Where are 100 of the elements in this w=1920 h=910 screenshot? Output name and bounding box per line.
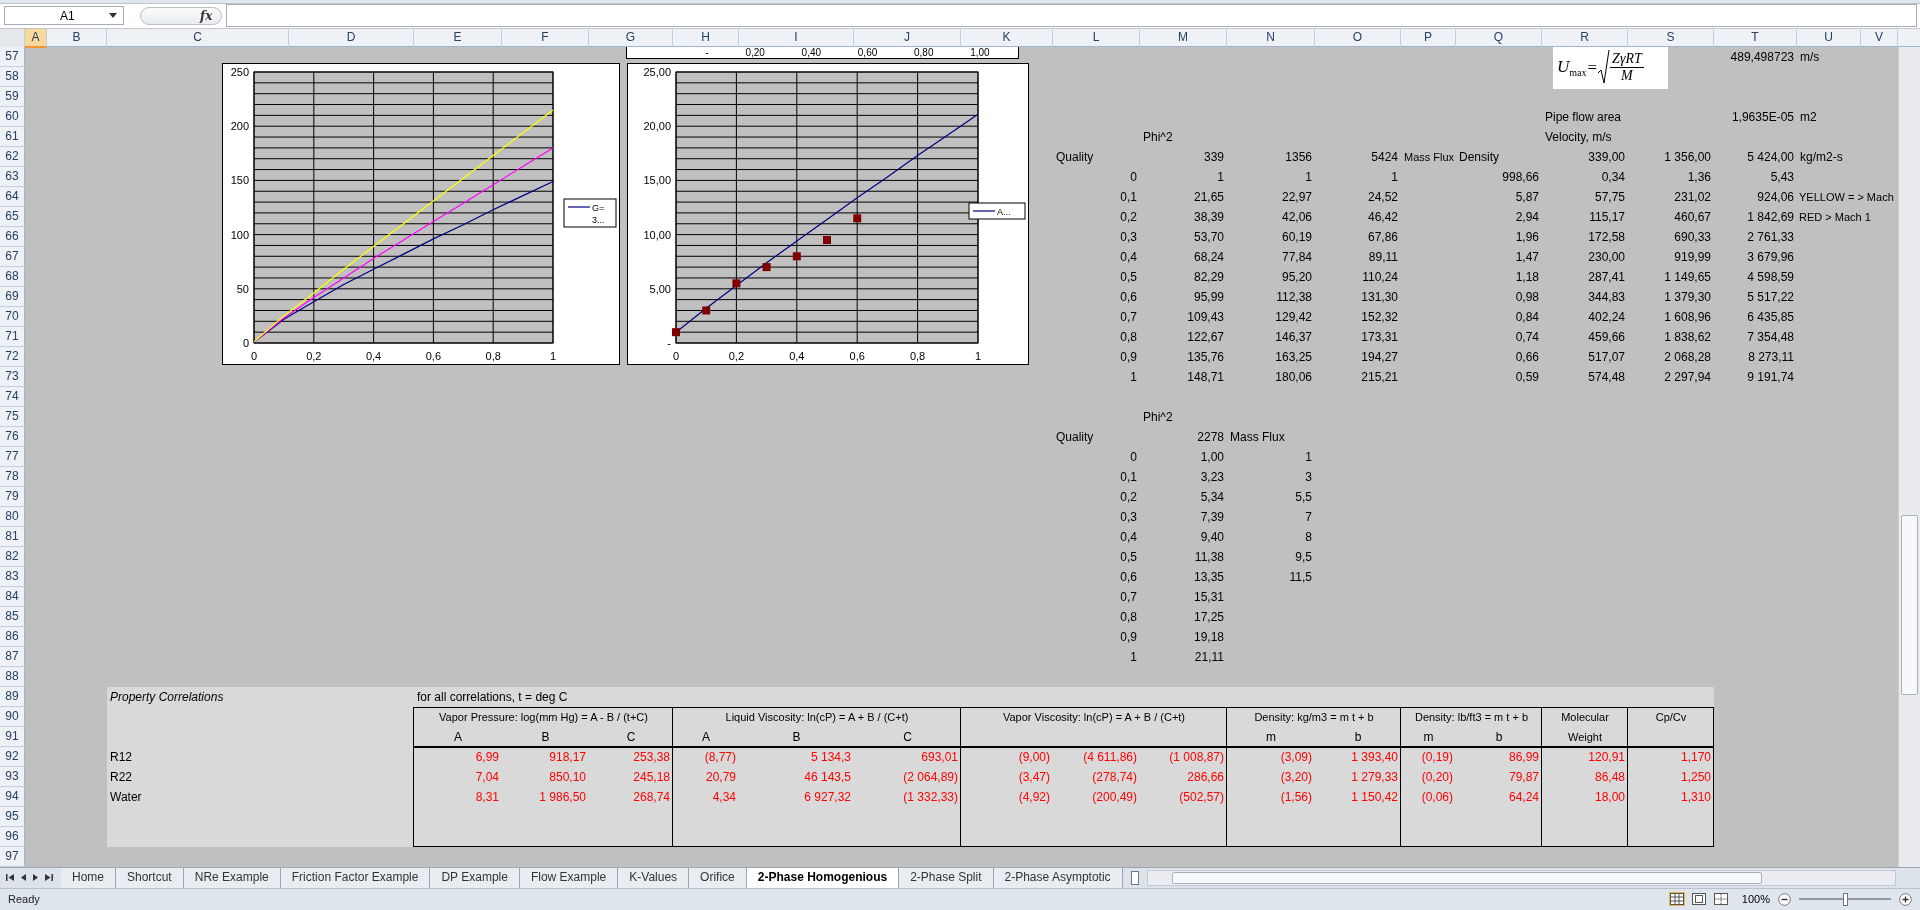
row-header[interactable]: 90 — [0, 706, 25, 727]
row-header[interactable]: 65 — [0, 206, 25, 227]
group-title: Density: lb/ft3 = m t + b — [1413, 709, 1530, 725]
column-header[interactable]: F — [502, 28, 589, 48]
zoom-level[interactable]: 100% — [1741, 893, 1770, 906]
first-sheet-icon[interactable] — [6, 873, 15, 883]
insert-function-button[interactable]: fx — [200, 8, 213, 23]
column-header[interactable]: D — [289, 28, 414, 48]
data-point — [792, 252, 801, 261]
column-header[interactable]: T — [1714, 28, 1797, 48]
sheet-tab[interactable]: 2-Phase Asymptotic — [993, 867, 1123, 888]
row-header[interactable]: 89 — [0, 686, 25, 707]
table-cell-text: 8,31 — [474, 788, 500, 806]
table-cell-text: 194,27 — [1360, 348, 1399, 366]
sheet-tab[interactable]: Friction Factor Example — [280, 867, 431, 888]
sheet-tab[interactable]: Shortcut — [116, 867, 184, 888]
row-header[interactable]: 61 — [0, 126, 25, 147]
x-axis-tick-label: 0 — [672, 349, 680, 362]
table-cell-text: 850,10 — [548, 768, 587, 786]
row-header[interactable]: 96 — [0, 826, 25, 847]
row-header[interactable]: 68 — [0, 266, 25, 287]
resize-handle[interactable] — [140, 6, 222, 25]
row-header[interactable]: 84 — [0, 586, 25, 607]
row-header[interactable]: 57 — [0, 46, 25, 67]
slider-thumb[interactable] — [1843, 892, 1848, 906]
y-axis-tick-label: 10,00 — [643, 228, 671, 241]
sheet-tab[interactable]: Orifice — [689, 867, 747, 888]
row-header[interactable]: 86 — [0, 626, 25, 647]
column-header[interactable]: E — [414, 28, 502, 48]
row-header[interactable]: 77 — [0, 446, 25, 467]
row-header[interactable]: 73 — [0, 366, 25, 387]
split-handle[interactable] — [1130, 870, 1139, 885]
name-box[interactable]: A1 — [4, 6, 124, 26]
zoom-in-icon[interactable] — [1899, 892, 1912, 906]
sheet-tab[interactable]: Flow Example — [519, 867, 619, 888]
row-header[interactable]: 97 — [0, 846, 25, 867]
column-header[interactable]: V — [1861, 28, 1898, 48]
row-header[interactable]: 88 — [0, 666, 25, 687]
row-header[interactable]: 85 — [0, 606, 25, 627]
normal-view-icon[interactable] — [1669, 893, 1684, 906]
row-header[interactable]: 75 — [0, 406, 25, 427]
row-header[interactable]: 74 — [0, 386, 25, 407]
table-cell-text: 5,34 — [1199, 488, 1225, 506]
row-header[interactable]: 58 — [0, 66, 25, 87]
sheet-tab[interactable]: DP Example — [430, 867, 520, 888]
row-header[interactable]: 72 — [0, 346, 25, 367]
row-header[interactable]: 91 — [0, 726, 25, 747]
column-header[interactable]: N — [1227, 28, 1315, 48]
row-header[interactable]: 94 — [0, 786, 25, 807]
column-header[interactable]: B — [47, 28, 107, 48]
column-header[interactable]: Q — [1456, 28, 1542, 48]
row-header[interactable]: 59 — [0, 86, 25, 107]
row-header[interactable]: 92 — [0, 746, 25, 767]
scrollbar-thumb[interactable] — [1171, 871, 1762, 884]
previous-sheet-icon[interactable] — [20, 873, 27, 883]
table-cell-text: 2 068,28 — [1663, 348, 1712, 366]
next-sheet-icon[interactable] — [32, 873, 39, 883]
last-sheet-icon[interactable] — [44, 873, 53, 883]
row-header[interactable]: 69 — [0, 286, 25, 307]
row-header[interactable]: 76 — [0, 426, 25, 447]
table-cell-text: 402,24 — [1587, 308, 1626, 326]
row-header[interactable]: 70 — [0, 306, 25, 327]
row-header[interactable]: 71 — [0, 326, 25, 347]
page-break-icon[interactable] — [1713, 893, 1728, 906]
column-header[interactable]: L — [1053, 28, 1140, 48]
caret-icon[interactable] — [109, 13, 117, 19]
row-header[interactable]: 93 — [0, 766, 25, 787]
sheet-tab[interactable]: 2-Phase Split — [899, 867, 994, 888]
sheet-tab[interactable]: K-Values — [618, 867, 690, 888]
row-header[interactable]: 67 — [0, 246, 25, 267]
table-cell-text: (0,06) — [1420, 788, 1454, 806]
zoom-out-icon[interactable] — [1778, 892, 1791, 906]
row-header[interactable]: 82 — [0, 546, 25, 567]
column-header[interactable]: P — [1401, 28, 1456, 48]
row-header[interactable]: 95 — [0, 806, 25, 827]
horizontal-scrollbar[interactable] — [1146, 869, 1896, 886]
row-header[interactable]: 80 — [0, 506, 25, 527]
table-cell-text: 1 — [1129, 648, 1138, 666]
table-cell-text: 79,87 — [1507, 768, 1540, 786]
row-header[interactable]: 79 — [0, 486, 25, 507]
column-header[interactable]: M — [1140, 28, 1227, 48]
page-layout-icon[interactable] — [1691, 893, 1706, 906]
row-header[interactable]: 78 — [0, 466, 25, 487]
row-header[interactable]: 66 — [0, 226, 25, 247]
row-header[interactable]: 62 — [0, 146, 25, 167]
sheet-tab[interactable]: NRe Example — [183, 867, 281, 888]
column-header[interactable]: U — [1797, 28, 1861, 48]
column-header[interactable]: O — [1315, 28, 1401, 48]
sheet-tab[interactable]: Home — [61, 867, 116, 888]
sheet-tab[interactable]: 2-Phase Homogenious — [746, 867, 900, 888]
row-header[interactable]: 60 — [0, 106, 25, 127]
column-header[interactable]: C — [107, 28, 289, 48]
row-header[interactable]: 83 — [0, 566, 25, 587]
scrollbar-thumb[interactable] — [1901, 514, 1918, 695]
row-header[interactable]: 63 — [0, 166, 25, 187]
formula-input[interactable] — [226, 4, 1917, 28]
row-header[interactable]: 64 — [0, 186, 25, 207]
vertical-scrollbar[interactable] — [1898, 46, 1920, 867]
row-header[interactable]: 81 — [0, 526, 25, 547]
row-header[interactable]: 87 — [0, 646, 25, 667]
